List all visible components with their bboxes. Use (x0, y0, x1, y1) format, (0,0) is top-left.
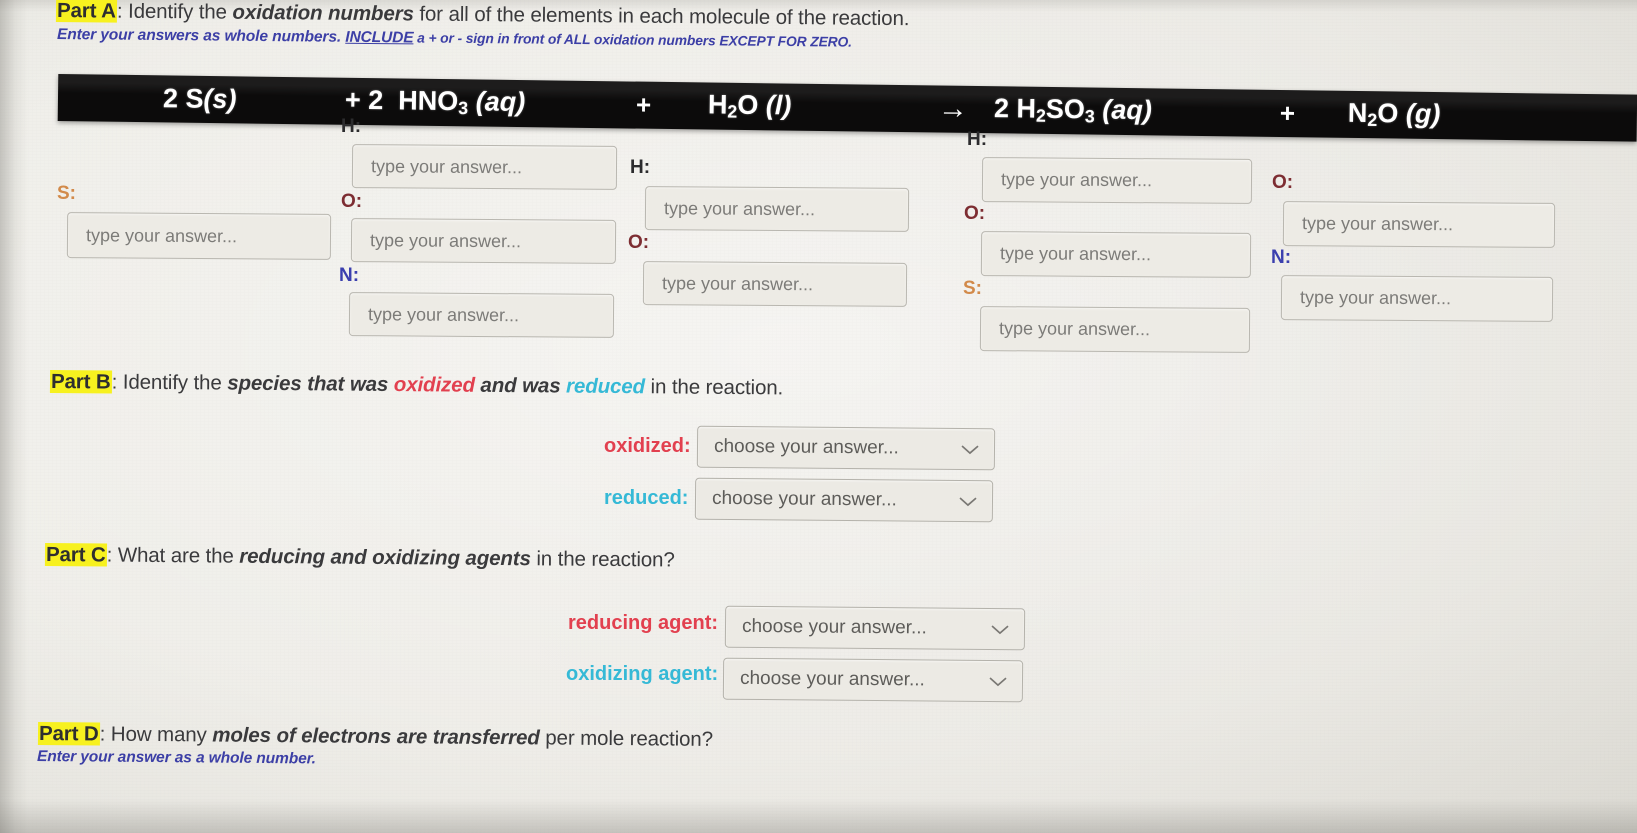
part-b-text-1: Identify the (117, 370, 228, 395)
part-d-text-1: How many (105, 722, 213, 747)
label-o-in-h2o: O: (628, 232, 650, 253)
reducing-agent-dropdown-value: choose your answer... (741, 615, 927, 639)
eq-term-nitric-acid-formula: HNO (398, 84, 459, 116)
eq-term-sulfurous-acid-sub: 2 (1035, 105, 1046, 126)
chevron-down-icon[interactable] (958, 494, 978, 507)
label-o-in-h2so3: O: (964, 203, 986, 224)
part-c-tag: Part C (44, 543, 107, 567)
eq-term-sulfurous-acid: 2 H2SO3 (aq) (994, 93, 1152, 128)
part-b-emphasis-2: and was (474, 373, 567, 398)
part-b-reduced-word: reduced (566, 374, 646, 399)
part-a-note-include: INCLUDE (345, 28, 414, 47)
eq-term-nitrous-oxide-o: O (1377, 97, 1399, 128)
eq-term-water-h: H (707, 88, 728, 120)
eq-term-sulfurous-acid-so: SO (1045, 93, 1086, 124)
part-a-note-1: Enter your answers as whole numbers. (56, 26, 346, 46)
input-s-sulfur[interactable]: type your answer... (66, 212, 332, 260)
part-d-tag: Part D (37, 722, 100, 746)
eq-operator-plus-2: + (635, 88, 652, 120)
oxidized-dropdown-value: choose your answer... (713, 435, 899, 459)
part-b-oxidized-word: oxidized (393, 373, 476, 397)
eq-term-nitric-acid-sub: 3 (458, 97, 469, 118)
label-s-in-h2so3: S: (963, 278, 982, 299)
reducing-agent-dropdown-label: reducing agent: (568, 612, 719, 634)
reduced-dropdown-label: reduced: (604, 487, 689, 509)
oxidized-dropdown-label: oxidized: (604, 435, 691, 457)
eq-term-sulfurous-acid-state: (aq) (1102, 94, 1153, 125)
input-o-in-n2o[interactable]: type your answer... (1282, 201, 1556, 248)
label-h-in-h2so3: H: (967, 129, 988, 150)
worksheet-page: Part A: Identify the oxidation numbers f… (0, 0, 1637, 833)
input-o-in-h2so3[interactable]: type your answer... (980, 231, 1252, 278)
input-o-in-hno3[interactable]: type your answer... (350, 218, 617, 264)
input-h-in-h2o[interactable]: type your answer... (644, 186, 910, 232)
oxidizing-agent-dropdown-value: choose your answer... (739, 667, 925, 691)
label-n-in-n2o: N: (1271, 247, 1292, 268)
chevron-down-icon[interactable] (960, 442, 980, 455)
eq-term-sulfur-formula: 2 S (162, 82, 204, 114)
eq-term-nitric-acid-state: (aq) (475, 85, 526, 117)
eq-term-sulfurous-acid-sub2: 3 (1084, 105, 1095, 126)
part-d-text-2: per mole reaction? (539, 726, 714, 751)
eq-term-water-state: (l) (765, 89, 792, 120)
part-a-note-2: a + or - sign in front of ALL oxidation … (413, 30, 853, 50)
part-c-emphasis: reducing and oxidizing agents (239, 544, 531, 571)
chevron-down-icon[interactable] (988, 675, 1008, 688)
part-b-emphasis-1: species that was (227, 371, 394, 397)
eq-term-nitrous-oxide: N2O (g) (1348, 97, 1441, 131)
reduced-dropdown-value: choose your answer... (711, 487, 897, 511)
eq-term-nitrous-oxide-state: (g) (1405, 98, 1441, 129)
oxidized-dropdown[interactable]: choose your answer... (696, 425, 996, 471)
part-a-text-2: for all of the elements in each molecule… (413, 2, 910, 31)
part-d-emphasis: moles of electrons are transferred (212, 723, 540, 750)
part-a-emphasis: oxidation numbers (232, 0, 414, 26)
input-o-in-h2o[interactable]: type your answer... (642, 261, 908, 307)
oxidizing-agent-dropdown-label: oxidizing agent: (566, 663, 719, 685)
label-n-in-hno3: N: (339, 265, 360, 286)
eq-operator-arrow: → (937, 91, 969, 125)
part-b-heading: Part B: Identify the species that was ox… (49, 370, 784, 400)
chevron-down-icon[interactable] (990, 623, 1010, 636)
eq-term-sulfur-state: (s) (203, 83, 237, 114)
label-o-in-hno3: O: (341, 191, 363, 212)
label-s-sulfur-element: S: (57, 183, 76, 204)
part-d-note: Enter your answer as a whole number. (36, 748, 317, 768)
input-h-in-h2so3[interactable]: type your answer... (981, 157, 1253, 204)
input-h-in-hno3[interactable]: type your answer... (351, 144, 618, 190)
eq-term-nitric-acid: + 2 HNO3 (aq) (345, 84, 526, 119)
part-a-tag: Part A (55, 0, 118, 23)
part-a-note: Enter your answers as whole numbers. INC… (57, 26, 852, 52)
part-d-heading: Part D: How many moles of electrons are … (37, 722, 714, 752)
part-b-tag: Part B (49, 370, 112, 394)
eq-operator-plus-3: + (1279, 97, 1296, 128)
eq-term-water: H2O (l) (708, 89, 792, 123)
eq-term-sulfurous-acid-h: H (1016, 92, 1037, 124)
eq-term-sulfur: 2 S(s) (163, 83, 237, 115)
reduced-dropdown[interactable]: choose your answer... (694, 477, 994, 523)
part-b-text-2: in the reaction. (644, 375, 784, 400)
oxidizing-agent-dropdown[interactable]: choose your answer... (722, 657, 1024, 703)
label-h-in-h2o: H: (630, 157, 651, 178)
part-c-text-1: What are the (112, 543, 240, 568)
label-o-in-n2o: O: (1272, 172, 1294, 193)
label-h-in-hno3: H: (341, 116, 362, 137)
part-c-heading: Part C: What are the reducing and oxidiz… (44, 543, 675, 572)
input-s-in-h2so3[interactable]: type your answer... (979, 306, 1251, 353)
input-n-in-n2o[interactable]: type your answer... (1280, 275, 1554, 322)
part-a-text-1: Identify the (122, 0, 233, 24)
part-c-text-2: in the reaction? (530, 547, 675, 572)
reaction-equation-banner: 2 S(s) + 2 HNO3 (aq) + H2O (l) → 2 H2SO3… (57, 74, 1637, 142)
eq-plus-coef-1: + 2 (344, 84, 384, 115)
eq-term-nitrous-oxide-n: N (1347, 97, 1368, 128)
input-n-in-hno3[interactable]: type your answer... (348, 292, 615, 338)
eq-term-water-o: O (737, 89, 759, 120)
eq-term-sulfurous-acid-coef: 2 (993, 92, 1010, 123)
reducing-agent-dropdown[interactable]: choose your answer... (724, 605, 1026, 651)
